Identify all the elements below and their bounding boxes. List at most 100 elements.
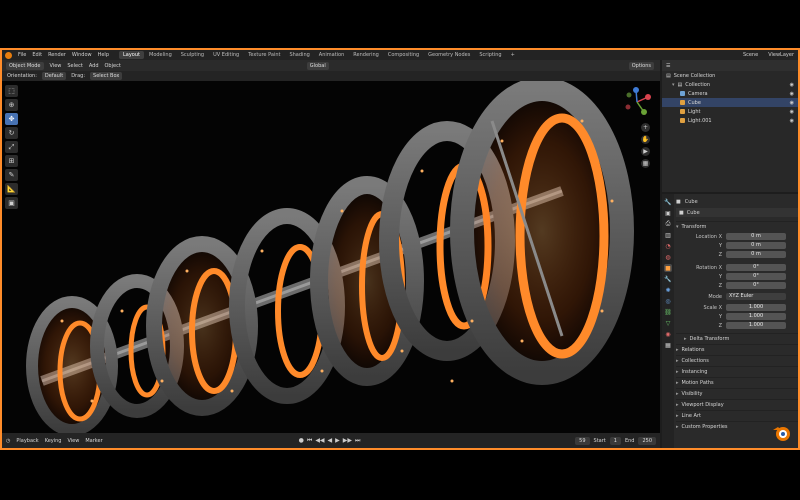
add-workspace-button[interactable]: + xyxy=(507,51,519,59)
jump-end-icon[interactable]: ⏭ xyxy=(355,437,360,445)
instancing-section[interactable]: ▸ Instancing xyxy=(676,366,798,377)
scale-tool-icon[interactable]: ⤢ xyxy=(5,141,18,153)
hand-pan-icon[interactable]: ✋ xyxy=(641,135,650,144)
rotation-z-field[interactable]: 0° xyxy=(726,282,786,289)
tab-layout[interactable]: Layout xyxy=(119,51,144,59)
menu-select[interactable]: Select xyxy=(67,63,82,69)
visibility-eye-icon[interactable]: ◉ xyxy=(790,100,794,106)
tool-props-icon[interactable]: 🔧 xyxy=(664,198,672,206)
scale-x-field[interactable]: 1.000 xyxy=(726,304,786,311)
timeline-editor-icon[interactable]: ◷ xyxy=(6,438,10,444)
scene-selector[interactable]: Scene xyxy=(743,52,758,58)
transform-orientation-dropdown[interactable]: Global xyxy=(306,61,329,70)
view-layer-icon[interactable]: ▥ xyxy=(664,231,672,239)
tab-animation[interactable]: Animation xyxy=(315,51,349,59)
tab-rendering[interactable]: Rendering xyxy=(349,51,383,59)
collections-section[interactable]: ▸ Collections xyxy=(676,355,798,366)
expand-arrow-icon[interactable]: ▾ xyxy=(672,82,675,88)
relations-section[interactable]: ▸ Relations xyxy=(676,344,798,355)
rotation-mode-dropdown[interactable]: XYZ Euler xyxy=(726,293,786,300)
constraints-icon[interactable]: ⛓ xyxy=(664,308,672,316)
object-props-icon[interactable]: ■ xyxy=(664,264,672,272)
next-key-icon[interactable]: ▶▶ xyxy=(343,437,352,445)
viewport-display-section[interactable]: ▸ Viewport Display xyxy=(676,399,798,410)
transform-tool-icon[interactable]: ⊞ xyxy=(5,155,18,167)
scale-y-field[interactable]: 1.000 xyxy=(726,313,786,320)
location-x-field[interactable]: 0 m xyxy=(726,233,786,240)
scene-props-icon[interactable]: ◔ xyxy=(664,242,672,250)
tab-scripting[interactable]: Scripting xyxy=(475,51,505,59)
visibility-eye-icon[interactable]: ◉ xyxy=(790,118,794,124)
select-tool-icon[interactable]: ⬚ xyxy=(5,85,18,97)
orientation-dropdown[interactable]: Default xyxy=(41,72,67,80)
motion-paths-section[interactable]: ▸ Motion Paths xyxy=(676,377,798,388)
menu-add[interactable]: Add xyxy=(89,63,99,69)
menu-keying[interactable]: Keying xyxy=(45,438,62,444)
output-props-icon[interactable]: ⎙ xyxy=(664,220,672,228)
move-tool-icon[interactable]: ✥ xyxy=(5,113,18,125)
navigation-gizmo[interactable] xyxy=(622,87,652,117)
menu-view[interactable]: View xyxy=(50,63,62,69)
world-props-icon[interactable]: ◍ xyxy=(664,253,672,261)
play-icon[interactable]: ▶ xyxy=(335,437,340,445)
visibility-section[interactable]: ▸ Visibility xyxy=(676,388,798,399)
outliner-scene-collection[interactable]: ▤ Scene Collection xyxy=(662,71,798,80)
mode-dropdown[interactable]: Object Mode xyxy=(6,61,44,70)
menu-object[interactable]: Object xyxy=(105,63,121,69)
tab-uv-editing[interactable]: UV Editing xyxy=(209,51,243,59)
menu-file[interactable]: File xyxy=(18,52,26,58)
texture-props-icon[interactable]: ▦ xyxy=(664,341,672,349)
tab-texture-paint[interactable]: Texture Paint xyxy=(244,51,284,59)
play-reverse-icon[interactable]: ◀ xyxy=(328,437,333,445)
tab-modeling[interactable]: Modeling xyxy=(145,51,176,59)
3d-viewport[interactable]: ⬚ ⊕ ✥ ↻ ⤢ ⊞ ✎ 📐 ▣ + ✋ ▶ ▦ xyxy=(2,81,660,433)
add-cube-tool-icon[interactable]: ▣ xyxy=(5,197,18,209)
delta-transform-section[interactable]: ▸ Delta Transform xyxy=(676,333,798,344)
menu-render[interactable]: Render xyxy=(48,52,66,58)
cursor-tool-icon[interactable]: ⊕ xyxy=(5,99,18,111)
menu-playback[interactable]: Playback xyxy=(16,438,38,444)
camera-view-icon[interactable]: ▶ xyxy=(641,147,650,156)
line-art-section[interactable]: ▸ Line Art xyxy=(676,410,798,421)
jump-start-icon[interactable]: ⏮ xyxy=(307,437,312,445)
menu-help[interactable]: Help xyxy=(98,52,109,58)
menu-edit[interactable]: Edit xyxy=(32,52,42,58)
prev-key-icon[interactable]: ◀◀ xyxy=(315,437,324,445)
zoom-icon[interactable]: + xyxy=(641,123,650,132)
outliner-item-cube[interactable]: Cube ◉ xyxy=(662,98,798,107)
outliner-item-light[interactable]: Light ◉ xyxy=(662,107,798,116)
record-icon[interactable]: ● xyxy=(299,437,304,445)
tab-shading[interactable]: Shading xyxy=(285,51,313,59)
location-y-field[interactable]: 0 m xyxy=(726,242,786,249)
physics-icon[interactable]: ◎ xyxy=(664,297,672,305)
modifier-props-icon[interactable]: 🔧 xyxy=(664,275,672,283)
object-name-field[interactable]: ■ Cube xyxy=(676,208,798,217)
tab-geometry-nodes[interactable]: Geometry Nodes xyxy=(424,51,474,59)
tab-compositing[interactable]: Compositing xyxy=(384,51,423,59)
rotation-x-field[interactable]: 0° xyxy=(726,264,786,271)
blender-logo-icon[interactable] xyxy=(5,51,12,59)
outliner-item-camera[interactable]: Camera ◉ xyxy=(662,89,798,98)
rotate-tool-icon[interactable]: ↻ xyxy=(5,127,18,139)
material-props-icon[interactable]: ◉ xyxy=(664,330,672,338)
render-props-icon[interactable]: ▣ xyxy=(664,209,672,217)
rotation-y-field[interactable]: 0° xyxy=(726,273,786,280)
menu-view-timeline[interactable]: View xyxy=(67,438,79,444)
annotate-tool-icon[interactable]: ✎ xyxy=(5,169,18,181)
data-props-icon[interactable]: ▽ xyxy=(664,319,672,327)
tab-sculpting[interactable]: Sculpting xyxy=(177,51,208,59)
grid-view-icon[interactable]: ▦ xyxy=(641,159,650,168)
outliner-icon[interactable]: ☰ xyxy=(666,63,670,69)
view-layer-selector[interactable]: ViewLayer xyxy=(768,52,794,58)
visibility-eye-icon[interactable]: ◉ xyxy=(790,109,794,115)
menu-marker[interactable]: Marker xyxy=(85,438,102,444)
current-frame-field[interactable]: 59 xyxy=(575,436,590,445)
outliner-collection[interactable]: ▾ ▤ Collection ◉ xyxy=(662,80,798,89)
start-frame-field[interactable]: 1 xyxy=(609,436,621,445)
outliner-item-light-001[interactable]: Light.001 ◉ xyxy=(662,116,798,125)
scale-z-field[interactable]: 1.000 xyxy=(726,322,786,329)
drag-dropdown[interactable]: Select Box xyxy=(90,72,123,80)
location-z-field[interactable]: 0 m xyxy=(726,251,786,258)
visibility-eye-icon[interactable]: ◉ xyxy=(790,91,794,97)
visibility-eye-icon[interactable]: ◉ xyxy=(790,82,794,88)
